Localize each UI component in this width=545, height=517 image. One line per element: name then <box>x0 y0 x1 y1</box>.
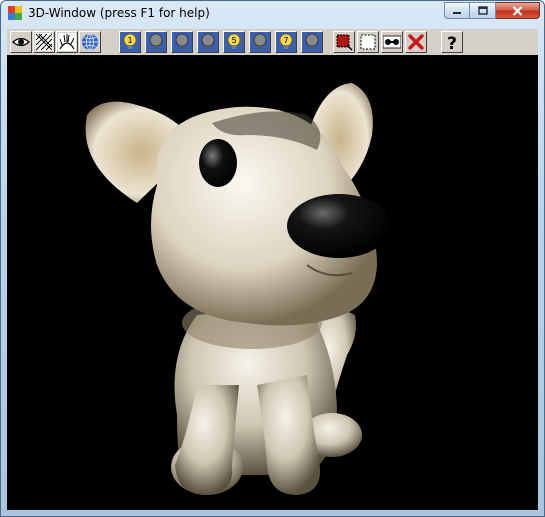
bulb-icon: 7 <box>279 33 293 49</box>
bulb-icon <box>253 33 267 49</box>
globe-icon <box>82 33 98 51</box>
bulb-icon: 5 <box>227 33 241 49</box>
light-1-button[interactable]: 1 <box>119 31 141 53</box>
bulb-icon <box>201 33 215 49</box>
select-region-icon <box>336 34 353 51</box>
light-5-button[interactable]: 5 <box>223 31 245 53</box>
select-region-button[interactable] <box>333 31 355 53</box>
light-3-button[interactable] <box>171 31 193 53</box>
eye-icon <box>12 37 30 47</box>
bulb-icon <box>305 33 319 49</box>
minimize-icon <box>453 11 461 14</box>
dog-model <box>85 83 391 495</box>
bulb-icon <box>149 33 163 49</box>
help-icon: ? <box>447 34 457 51</box>
svg-text:5: 5 <box>231 36 236 45</box>
points-button[interactable] <box>381 31 403 53</box>
light-4-button[interactable] <box>197 31 219 53</box>
wireframe-button[interactable] <box>33 31 55 53</box>
bulb-icon: 1 <box>123 33 137 49</box>
toolbar: 1 5 7 ? <box>7 29 538 55</box>
delete-button[interactable] <box>405 31 427 53</box>
points-icon <box>383 35 401 49</box>
light-7-button[interactable]: 7 <box>275 31 297 53</box>
app-icon <box>8 6 22 20</box>
select-box-button[interactable] <box>357 31 379 53</box>
light-6-button[interactable] <box>249 31 271 53</box>
normals-icon <box>58 33 76 51</box>
delete-icon <box>408 34 424 50</box>
help-button[interactable]: ? <box>441 31 463 53</box>
normals-button[interactable] <box>56 31 78 53</box>
caption-buttons <box>444 2 540 20</box>
close-icon <box>512 5 523 16</box>
window-title: 3D-Window (press F1 for help) <box>28 6 210 20</box>
app-window: 3D-Window (press F1 for help) 1 5 7 ? <box>0 0 545 517</box>
svg-text:7: 7 <box>283 36 288 45</box>
3d-viewport[interactable] <box>7 55 538 510</box>
maximize-icon <box>477 6 488 15</box>
globe-button[interactable] <box>79 31 101 53</box>
bulb-icon <box>175 33 189 49</box>
maximize-button[interactable] <box>470 2 496 19</box>
view-mode-button[interactable] <box>10 31 32 53</box>
minimize-button[interactable] <box>444 2 470 19</box>
light-2-button[interactable] <box>145 31 167 53</box>
title-bar[interactable]: 3D-Window (press F1 for help) <box>1 1 544 25</box>
wireframe-icon <box>35 33 53 51</box>
close-button[interactable] <box>496 2 540 19</box>
svg-text:1: 1 <box>127 36 132 45</box>
light-8-button[interactable] <box>301 31 323 53</box>
select-box-icon <box>360 34 376 50</box>
svg-text:?: ? <box>447 34 457 51</box>
